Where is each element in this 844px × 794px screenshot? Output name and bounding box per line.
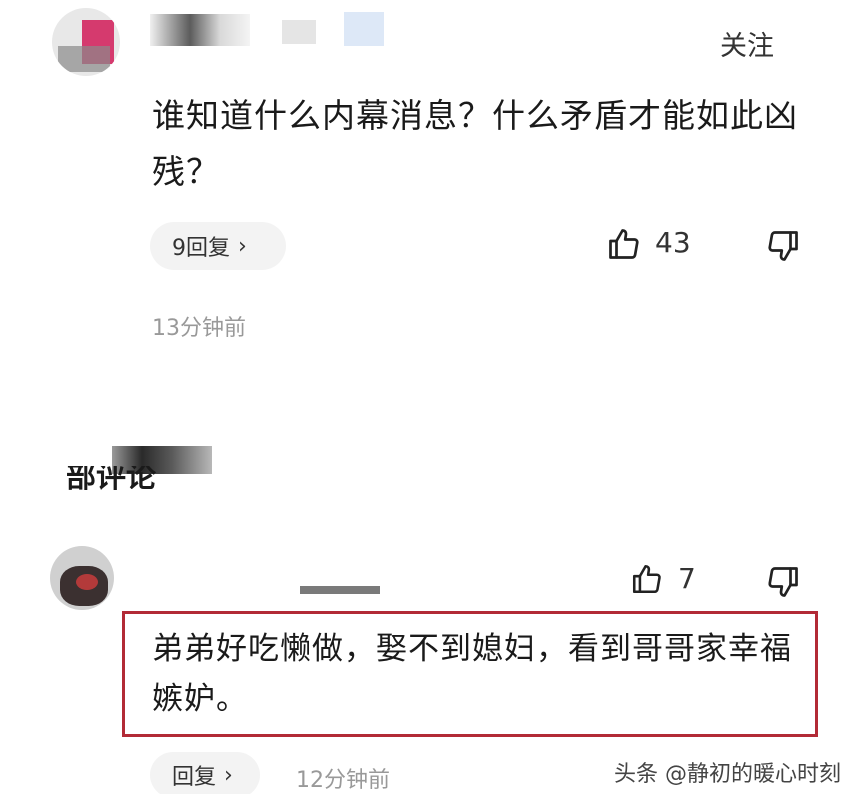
follow-button[interactable]: 关注 xyxy=(720,24,774,63)
replies-label: 9回复 xyxy=(172,236,230,261)
avatar[interactable] xyxy=(50,546,114,610)
username-redacted xyxy=(300,586,380,594)
comment-text: 谁知道什么内幕消息？什么矛盾才能如此凶残？ xyxy=(152,96,798,191)
username-redacted xyxy=(150,14,250,46)
chevron-right-icon: › xyxy=(224,762,233,788)
reply-label: 回复 xyxy=(172,765,217,790)
watermark: 头条 @静初的暖心时刻 xyxy=(614,762,841,787)
chevron-right-icon: › xyxy=(238,233,247,259)
thumbs-down-icon[interactable] xyxy=(765,564,801,600)
comment-time: 13分钟前 xyxy=(152,316,246,341)
comment-time: 12分钟前 xyxy=(296,768,390,793)
like-count: 7 xyxy=(678,562,696,595)
avatar[interactable] xyxy=(52,8,120,76)
like-count: 43 xyxy=(655,226,691,259)
replies-button[interactable]: 9回复 › xyxy=(150,222,286,270)
reply-button[interactable]: 回复 › xyxy=(150,752,260,794)
thumbs-down-icon[interactable] xyxy=(765,228,801,264)
comment-text: 弟弟好吃懒做，娶不到媳妇，看到哥哥家幸福嫉妒。 xyxy=(152,631,792,717)
username-redacted xyxy=(282,20,316,44)
thumbs-up-icon[interactable] xyxy=(630,562,664,596)
thumbs-up-icon[interactable] xyxy=(606,226,642,262)
section-title: 部评论 xyxy=(66,466,156,495)
username-redacted xyxy=(344,12,384,46)
